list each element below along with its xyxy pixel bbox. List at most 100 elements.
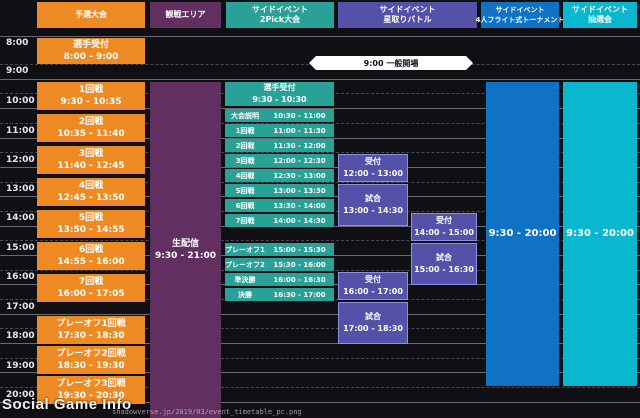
block-time: 14:00 - 15:00 [414,228,474,237]
row-time: 15:00 - 15:30 [273,245,326,254]
header-4flight-line1: サイドイベント [495,6,545,14]
row-label: 6回戦 [235,201,255,210]
block-time: 18:30 - 19:30 [57,361,125,371]
block-title: 受付 [365,157,381,166]
header-hoshitori-line1: サイドイベント [379,5,436,14]
time-label: 10:00 [6,96,35,106]
row-time: 11:30 - 12:00 [273,141,326,150]
row-time: 16:00 - 16:30 [273,275,326,284]
block-title: 4回戦 [78,181,104,191]
time-label: 18:00 [6,331,35,341]
row-time: 11:00 - 11:30 [273,126,326,135]
yosen-block: 1回戦 9:30 - 10:35 [37,82,145,110]
block-title: 1回戦 [78,85,104,95]
block-time: 9:30 - 20:00 [566,228,634,239]
time-label: 8:00 [6,38,29,48]
block-title: プレーオフ2回戦 [56,349,126,359]
row-label: 大会説明 [231,111,259,120]
yosen-block: 6回戦 14:55 - 16:00 [37,242,145,270]
announcement-open: 9:00 一般開場 [309,56,473,70]
block-title: 試合 [436,253,452,262]
hoshitori-block: 受付 12:00 - 13:00 [338,154,408,182]
header-2pick: サイドイベント 2Pick大会 [226,2,334,28]
block-title: 7回戦 [78,277,104,287]
time-label: 19:00 [6,361,35,371]
yosen-block: プレーオフ2回戦 18:30 - 19:30 [37,346,145,374]
row-label: プレーオフ2回戦 [225,260,265,269]
block-time: 17:00 - 18:30 [343,324,403,333]
yosen-block: プレーオフ1回戦 17:30 - 18:30 [37,316,145,344]
block-title: 2回戦 [78,117,104,127]
block-time: 13:50 - 14:55 [57,225,125,235]
block-title: 受付 [436,216,452,225]
block-time: 9:30 - 21:00 [154,251,217,261]
row-time: 12:00 - 12:30 [273,156,326,165]
row-label: 決勝 [238,290,252,299]
block-time: 17:30 - 18:30 [57,331,125,341]
kansen-stream-block: 生配信 9:30 - 21:00 [150,82,221,418]
pick2-reception-block: 選手受付 9:30 - 10:30 [225,82,334,106]
header-chusen-line2: 抽選会 [588,15,612,24]
yosen-block: 選手受付 8:00 - 9:00 [37,38,145,64]
block-title: 試合 [365,312,381,321]
block-time: 16:00 - 17:05 [57,289,125,299]
block-title: 生配信 [171,239,199,249]
hoshitori-block: 受付 16:00 - 17:00 [338,272,408,300]
block-title: 3回戦 [78,149,104,159]
block-title: 5回戦 [78,213,104,223]
block-time: 13:00 - 14:30 [343,206,403,215]
header-chusen-line1: サイドイベント [572,5,628,14]
block-time: 9:30 - 20:00 [488,228,557,239]
block-time: 15:00 - 16:30 [414,265,474,274]
row-time: 16:30 - 17:00 [273,290,326,299]
yosen-block: 2回戦 10:35 - 11:40 [37,114,145,142]
pick2-row: プレーオフ2回戦 15:30 - 16:00 [225,258,334,271]
pick2-row: 準決勝 16:00 - 16:30 [225,273,334,286]
pick2-row: 大会説明 10:30 - 11:00 [225,109,334,122]
time-label: 16:00 [6,272,35,282]
time-label: 9:00 [6,66,29,76]
time-label: 13:00 [6,184,35,194]
pick2-row: 4回戦 12:30 - 13:00 [225,169,334,182]
row-time: 13:30 - 14:00 [273,201,326,210]
grid-line [0,79,640,80]
row-time: 12:30 - 13:00 [273,171,326,180]
row-time: 14:00 - 14:30 [273,216,326,225]
header-hoshitori: サイドイベント 星取りバトル [338,2,477,28]
header-kansen: 観戦エリア [150,2,221,28]
row-label: 5回戦 [235,186,255,195]
timetable: 予選大会 観戦エリア サイドイベント 2Pick大会 サイドイベント 星取りバト… [0,0,640,418]
block-time: 12:00 - 13:00 [343,169,403,178]
row-time: 13:00 - 13:30 [273,186,326,195]
block-time: 12:45 - 13:50 [57,193,125,203]
pick2-row: 5回戦 13:00 - 13:30 [225,184,334,197]
block-title: 6回戦 [78,245,104,255]
yosen-block: 3回戦 11:40 - 12:45 [37,146,145,174]
hoshitori-block: 試合 15:00 - 16:30 [411,243,477,285]
yosen-block: 7回戦 16:00 - 17:05 [37,274,145,302]
header-hoshitori-line2: 星取りバトル [383,15,432,24]
block-time: 9:30 - 10:35 [60,97,122,107]
row-time: 10:30 - 11:00 [273,111,326,120]
pick2-row: 3回戦 12:00 - 12:30 [225,154,334,167]
pick2-row: 1回戦 11:00 - 11:30 [225,124,334,137]
header-yosen-label: 予選大会 [75,10,107,19]
row-label: 1回戦 [235,126,255,135]
flight-tournament-block: 9:30 - 20:00 [486,82,559,386]
block-time: 9:30 - 10:30 [252,95,307,104]
time-label: 15:00 [6,243,35,253]
block-title: 選手受付 [263,83,296,92]
block-time: 14:55 - 16:00 [57,257,125,267]
header-4flight-line2: 4人フライト式トーナメント [475,16,565,24]
pick2-row: 決勝 16:30 - 17:00 [225,288,334,301]
row-label: 3回戦 [235,156,255,165]
row-time: 15:30 - 16:00 [273,260,326,269]
header-kansen-label: 観戦エリア [165,10,206,19]
header-4flight: サイドイベント 4人フライト式トーナメント [476,2,564,28]
row-label: 4回戦 [235,171,255,180]
block-title: 受付 [365,275,381,284]
block-title: 選手受付 [72,40,109,50]
pick2-row: 6回戦 13:30 - 14:00 [225,199,334,212]
pick2-row: 7回戦 14:00 - 14:30 [225,214,334,227]
row-label: 準決勝 [234,275,256,284]
